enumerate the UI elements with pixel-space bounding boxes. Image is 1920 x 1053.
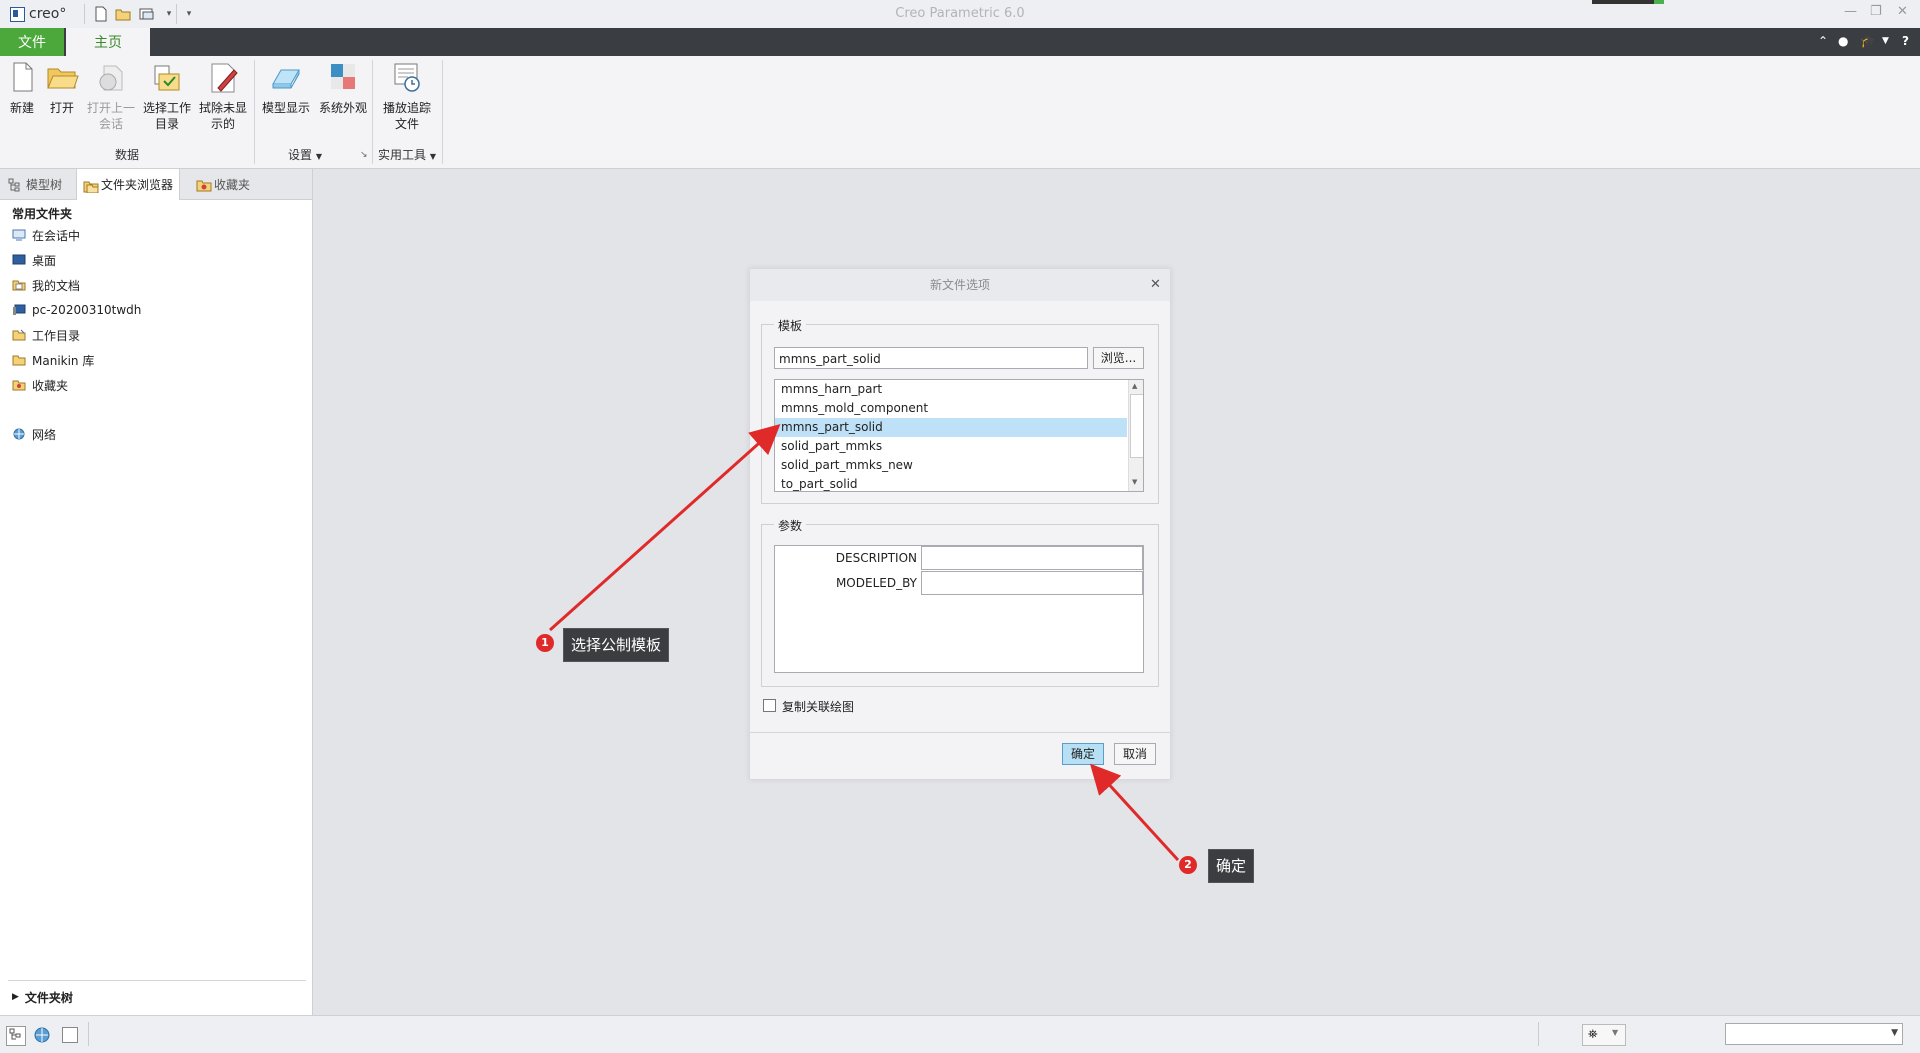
- fullscreen-icon[interactable]: [62, 1027, 78, 1043]
- arrow-1: [549, 424, 781, 632]
- annotation-callout-1: 选择公制模板: [563, 628, 670, 662]
- binoculars-icon: ⛯: [1588, 1027, 1598, 1041]
- annotation-arrows: [549, 424, 1180, 862]
- status-bar: ⛯ ▼ ▼: [0, 1015, 1920, 1053]
- annotation-badge-1: 1: [536, 634, 554, 652]
- annotation-badge-2: 2: [1179, 856, 1197, 874]
- browser-toggle-icon[interactable]: [33, 1026, 51, 1047]
- find-button[interactable]: ⛯ ▼: [1582, 1024, 1626, 1046]
- model-tree-toggle-icon[interactable]: [6, 1026, 26, 1046]
- annotation-callout-2: 确定: [1208, 849, 1255, 883]
- arrow-2: [1089, 763, 1180, 862]
- filter-dropdown-icon: ▼: [1891, 1028, 1898, 1038]
- find-dropdown-icon: ▼: [1612, 1028, 1619, 1037]
- filter-select[interactable]: ▼: [1725, 1023, 1903, 1045]
